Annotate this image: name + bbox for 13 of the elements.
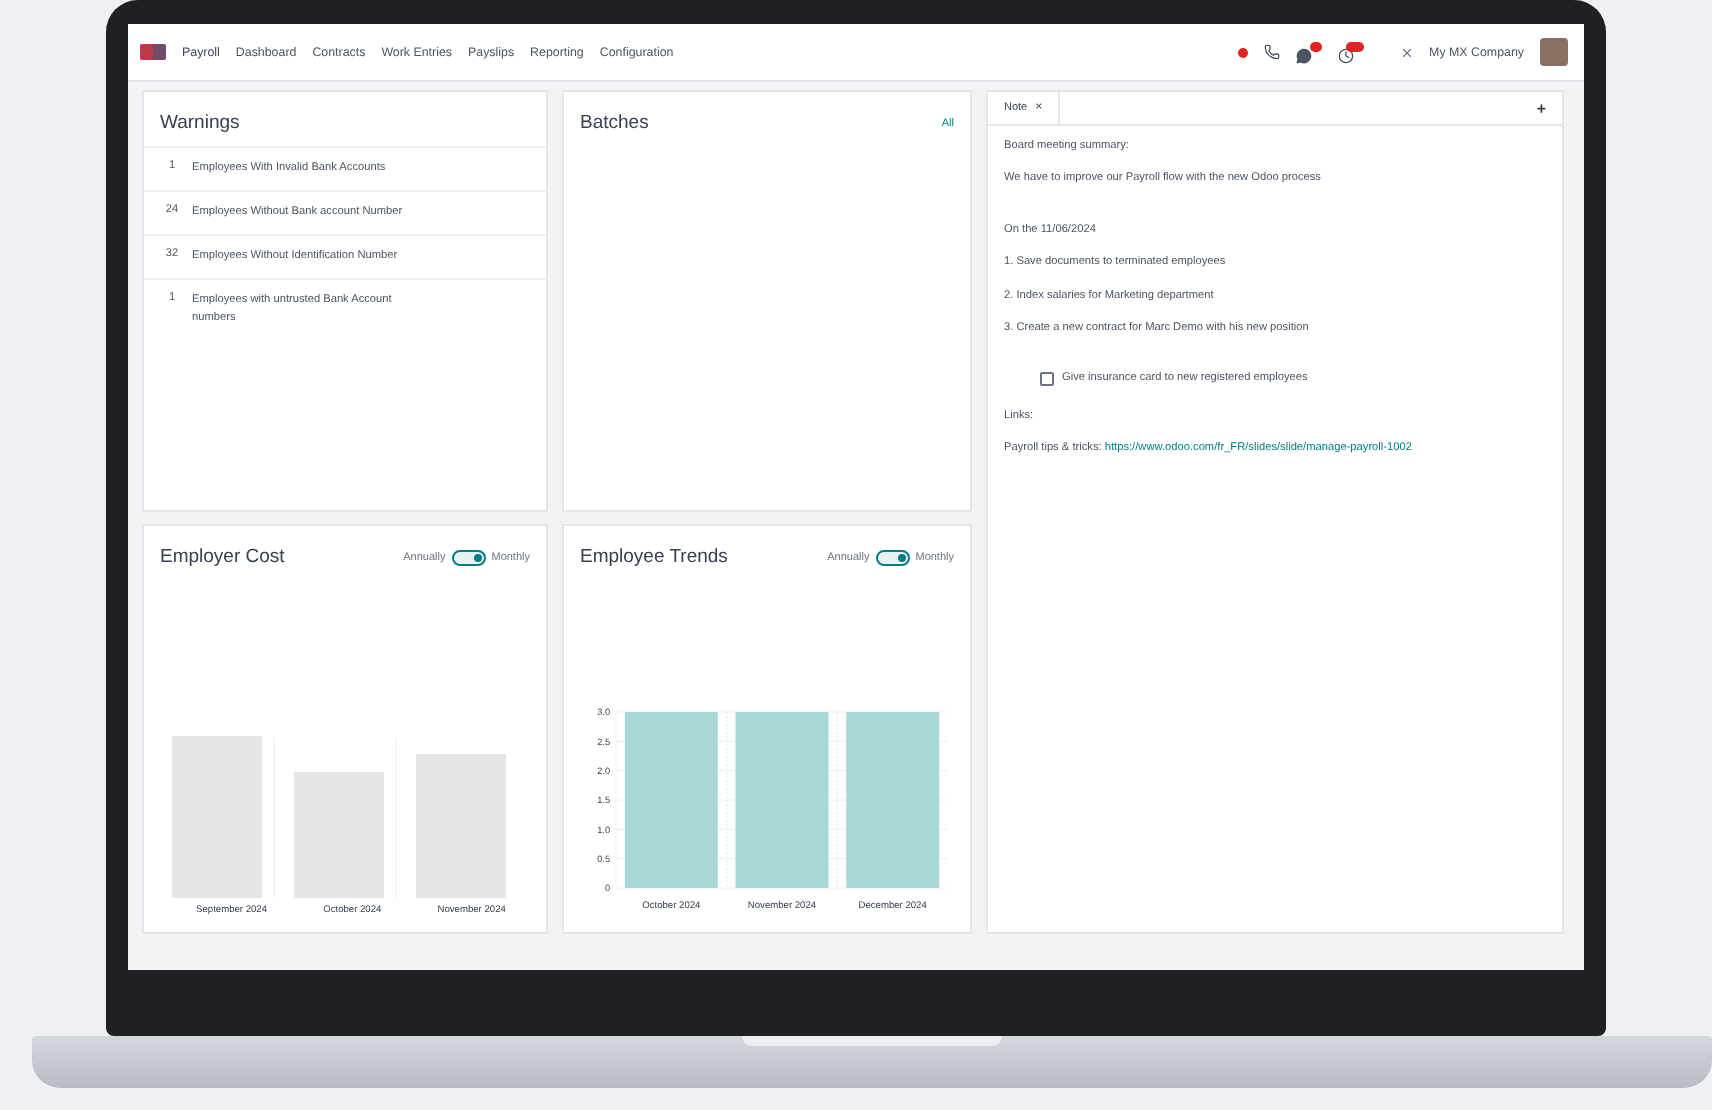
clock-icon[interactable]	[1337, 41, 1364, 63]
card-title: Employer Cost	[160, 546, 285, 568]
period-switch[interactable]	[451, 549, 486, 565]
status-dot-icon	[1237, 47, 1248, 57]
add-tab-button[interactable]: +	[1536, 99, 1546, 117]
chat-icon[interactable]	[1295, 41, 1322, 63]
cross-icon[interactable]	[1399, 45, 1414, 59]
card-title: Employee Trends	[580, 546, 728, 568]
checkbox[interactable]	[1040, 372, 1054, 387]
phone-icon[interactable]	[1263, 44, 1280, 60]
card-title: Batches	[580, 112, 649, 134]
card-title: Warnings	[160, 112, 240, 134]
period-switch[interactable]	[875, 549, 910, 565]
